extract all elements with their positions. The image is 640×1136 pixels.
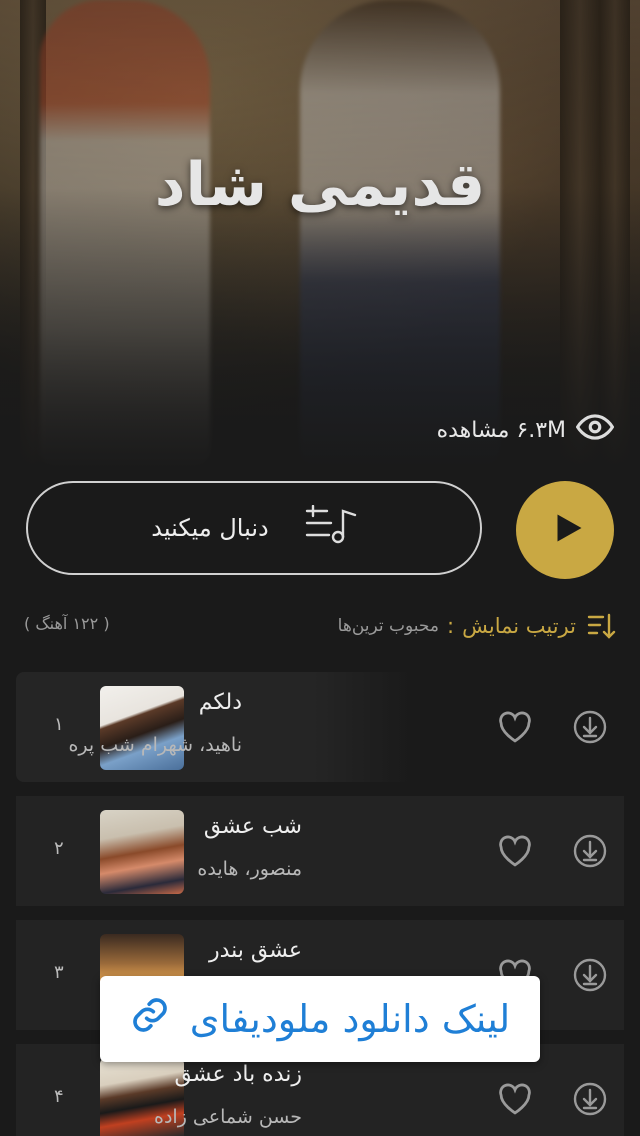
view-count: ۶.۳M مشاهده [436,408,615,452]
playlist-cover [0,0,640,470]
track-artist: منصور، هایده [197,858,302,880]
follow-label: دنبال میکنید [151,514,269,542]
sort-bar[interactable]: ترتیب نمایش : محبوب ترین‌ها ( ۱۲۲ آهنگ ) [24,608,616,644]
track-number: ۱ [54,714,64,735]
track-row[interactable]: ۱ دلکم ناهید، شهرام شب پره [0,672,640,782]
track-title: دلکم [198,690,242,715]
heart-icon[interactable] [496,834,534,868]
download-icon[interactable] [572,833,608,869]
playlist-follow-icon [305,504,357,551]
download-icon[interactable] [572,957,608,993]
download-link-text: لینک دانلود ملودیفای [189,997,511,1041]
track-artist: ناهید، شهرام شب پره [68,734,242,756]
sort-icon[interactable] [586,611,616,641]
track-row[interactable]: ۲ شب عشق منصور، هایده [16,796,624,906]
play-icon [544,510,586,550]
heart-icon[interactable] [496,710,534,744]
track-number: ۳ [54,962,64,983]
follow-button[interactable]: دنبال میکنید [26,481,482,575]
playlist-title: قدیمی شاد [154,150,486,220]
track-cover [100,686,184,770]
download-icon[interactable] [572,1081,608,1117]
download-icon[interactable] [572,709,608,745]
sort-colon: : [447,614,455,638]
track-count: ( ۱۲۲ آهنگ ) [24,614,110,633]
track-artist: حسن شماعی زاده [154,1106,302,1128]
link-icon [130,995,170,1044]
view-count-text: ۶.۳M مشاهده [436,417,566,443]
track-title: زنده باد عشق [174,1062,302,1087]
download-link-banner[interactable]: لینک دانلود ملودیفای [100,976,540,1062]
track-number: ۴ [54,1086,64,1107]
track-title: عشق بندر [208,938,302,963]
play-button[interactable] [516,481,614,579]
track-title: شب عشق [203,814,302,839]
eye-icon [575,408,615,452]
track-number: ۲ [54,838,64,859]
sort-label: ترتیب نمایش [462,614,576,638]
sort-value[interactable]: محبوب ترین‌ها [338,616,439,636]
track-cover [100,810,184,894]
heart-icon[interactable] [496,1082,534,1116]
